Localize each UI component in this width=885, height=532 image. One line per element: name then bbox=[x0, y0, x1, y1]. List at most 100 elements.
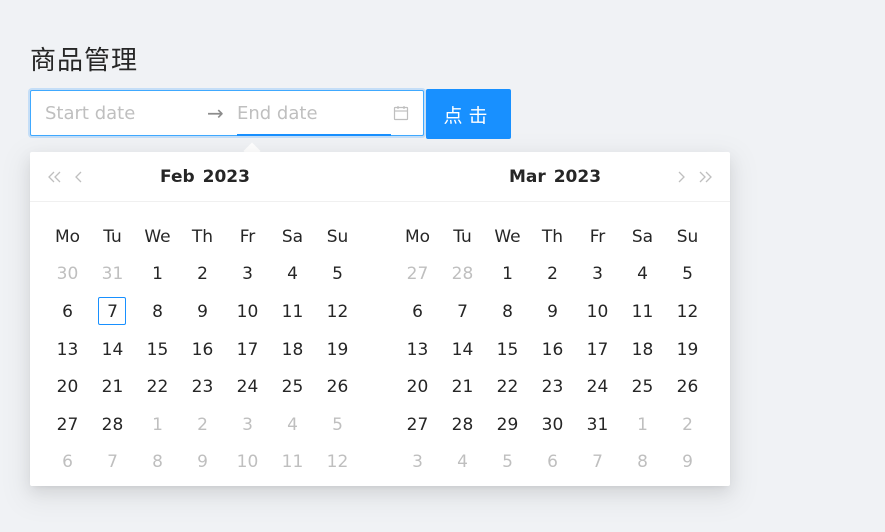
submit-button[interactable]: 点击 bbox=[426, 89, 511, 139]
date-cell[interactable]: 2 bbox=[180, 259, 225, 289]
date-cell[interactable]: 6 bbox=[530, 447, 575, 477]
date-cell[interactable]: 8 bbox=[135, 297, 180, 327]
date-cell[interactable]: 1 bbox=[135, 259, 180, 289]
month-label[interactable]: Feb bbox=[160, 167, 195, 187]
date-cell[interactable]: 10 bbox=[575, 297, 620, 327]
date-cell[interactable]: 24 bbox=[225, 372, 270, 402]
date-cell[interactable]: 12 bbox=[315, 297, 360, 327]
date-cell[interactable]: 5 bbox=[315, 259, 360, 289]
date-cell[interactable]: 9 bbox=[530, 297, 575, 327]
date-cell[interactable]: 6 bbox=[45, 297, 90, 327]
date-cell[interactable]: 11 bbox=[270, 297, 315, 327]
date-cell[interactable]: 19 bbox=[315, 335, 360, 365]
date-cell[interactable]: 26 bbox=[665, 372, 710, 402]
date-cell[interactable]: 21 bbox=[440, 372, 485, 402]
date-cell[interactable]: 5 bbox=[665, 259, 710, 289]
date-cell[interactable]: 14 bbox=[440, 335, 485, 365]
date-cell[interactable]: 3 bbox=[395, 447, 440, 477]
date-cell[interactable]: 4 bbox=[270, 259, 315, 289]
date-cell[interactable]: 17 bbox=[575, 335, 620, 365]
year-label[interactable]: 2023 bbox=[554, 167, 601, 187]
date-cell[interactable]: 22 bbox=[485, 372, 530, 402]
date-cell[interactable]: 28 bbox=[90, 410, 135, 440]
date-cell[interactable]: 12 bbox=[665, 297, 710, 327]
date-cell[interactable]: 20 bbox=[395, 372, 440, 402]
date-cell[interactable]: 26 bbox=[315, 372, 360, 402]
date-cell[interactable]: 23 bbox=[180, 372, 225, 402]
date-cell[interactable]: 7 bbox=[575, 447, 620, 477]
date-range-picker[interactable]: → bbox=[30, 90, 424, 136]
date-cell[interactable]: 31 bbox=[90, 259, 135, 289]
month-label[interactable]: Mar bbox=[509, 167, 546, 187]
start-date-input[interactable] bbox=[45, 103, 205, 124]
date-cell[interactable]: 27 bbox=[395, 259, 440, 289]
date-cell[interactable]: 4 bbox=[620, 259, 665, 289]
date-cell[interactable]: 30 bbox=[45, 259, 90, 289]
date-cell[interactable]: 18 bbox=[270, 335, 315, 365]
date-cell[interactable]: 1 bbox=[135, 410, 180, 440]
date-cell[interactable]: 6 bbox=[395, 297, 440, 327]
date-cell[interactable]: 13 bbox=[45, 335, 90, 365]
date-cell[interactable]: 27 bbox=[45, 410, 90, 440]
date-cell[interactable]: 11 bbox=[620, 297, 665, 327]
date-cell[interactable]: 16 bbox=[180, 335, 225, 365]
week-row: 13 14 15 16 17 18 19 bbox=[395, 331, 710, 369]
date-cell[interactable]: 14 bbox=[90, 335, 135, 365]
date-cell[interactable]: 9 bbox=[180, 447, 225, 477]
double-right-icon[interactable] bbox=[696, 168, 714, 190]
date-cell[interactable]: 24 bbox=[575, 372, 620, 402]
date-cell[interactable]: 29 bbox=[485, 410, 530, 440]
date-cell[interactable]: 3 bbox=[225, 410, 270, 440]
date-cell[interactable]: 20 bbox=[45, 372, 90, 402]
date-cell[interactable]: 5 bbox=[485, 447, 530, 477]
date-cell[interactable]: 1 bbox=[485, 259, 530, 289]
date-cell[interactable]: 27 bbox=[395, 410, 440, 440]
date-cell[interactable]: 22 bbox=[135, 372, 180, 402]
range-separator-icon: → bbox=[207, 101, 224, 125]
date-cell[interactable]: 10 bbox=[225, 297, 270, 327]
date-cell[interactable]: 10 bbox=[225, 447, 270, 477]
right-icon[interactable] bbox=[674, 168, 688, 190]
date-cell[interactable]: 8 bbox=[620, 447, 665, 477]
date-cell[interactable]: 11 bbox=[270, 447, 315, 477]
date-cell[interactable]: 28 bbox=[440, 259, 485, 289]
date-cell[interactable]: 31 bbox=[575, 410, 620, 440]
weekday-label: Mo bbox=[404, 226, 431, 247]
date-cell[interactable]: 25 bbox=[620, 372, 665, 402]
date-cell[interactable]: 15 bbox=[135, 335, 180, 365]
date-cell-today[interactable]: 7 bbox=[90, 296, 135, 327]
date-cell[interactable]: 12 bbox=[315, 447, 360, 477]
date-cell[interactable]: 19 bbox=[665, 335, 710, 365]
date-cell[interactable]: 9 bbox=[665, 447, 710, 477]
date-cell[interactable]: 9 bbox=[180, 297, 225, 327]
date-cell[interactable]: 8 bbox=[485, 297, 530, 327]
date-cell[interactable]: 18 bbox=[620, 335, 665, 365]
week-row: 20 21 22 23 24 25 26 bbox=[45, 368, 360, 406]
date-cell[interactable]: 7 bbox=[440, 297, 485, 327]
date-cell[interactable]: 16 bbox=[530, 335, 575, 365]
date-cell[interactable]: 23 bbox=[530, 372, 575, 402]
date-cell[interactable]: 4 bbox=[440, 447, 485, 477]
date-cell[interactable]: 21 bbox=[90, 372, 135, 402]
date-cell[interactable]: 30 bbox=[530, 410, 575, 440]
date-cell[interactable]: 3 bbox=[225, 259, 270, 289]
year-label[interactable]: 2023 bbox=[203, 167, 250, 187]
date-cell[interactable]: 6 bbox=[45, 447, 90, 477]
date-cell[interactable]: 3 bbox=[575, 259, 620, 289]
calendar-icon[interactable] bbox=[393, 105, 409, 125]
date-cell[interactable]: 7 bbox=[90, 447, 135, 477]
date-cell[interactable]: 5 bbox=[315, 410, 360, 440]
date-cell[interactable]: 4 bbox=[270, 410, 315, 440]
date-cell[interactable]: 2 bbox=[665, 410, 710, 440]
date-cell[interactable]: 1 bbox=[620, 410, 665, 440]
date-cell[interactable]: 8 bbox=[135, 447, 180, 477]
date-cell[interactable]: 28 bbox=[440, 410, 485, 440]
date-cell[interactable]: 25 bbox=[270, 372, 315, 402]
date-cell[interactable]: 2 bbox=[180, 410, 225, 440]
date-cell[interactable]: 15 bbox=[485, 335, 530, 365]
weekday-label: Tu bbox=[103, 226, 122, 247]
date-cell[interactable]: 2 bbox=[530, 259, 575, 289]
date-cell[interactable]: 17 bbox=[225, 335, 270, 365]
date-cell[interactable]: 13 bbox=[395, 335, 440, 365]
end-date-input[interactable] bbox=[237, 103, 387, 124]
